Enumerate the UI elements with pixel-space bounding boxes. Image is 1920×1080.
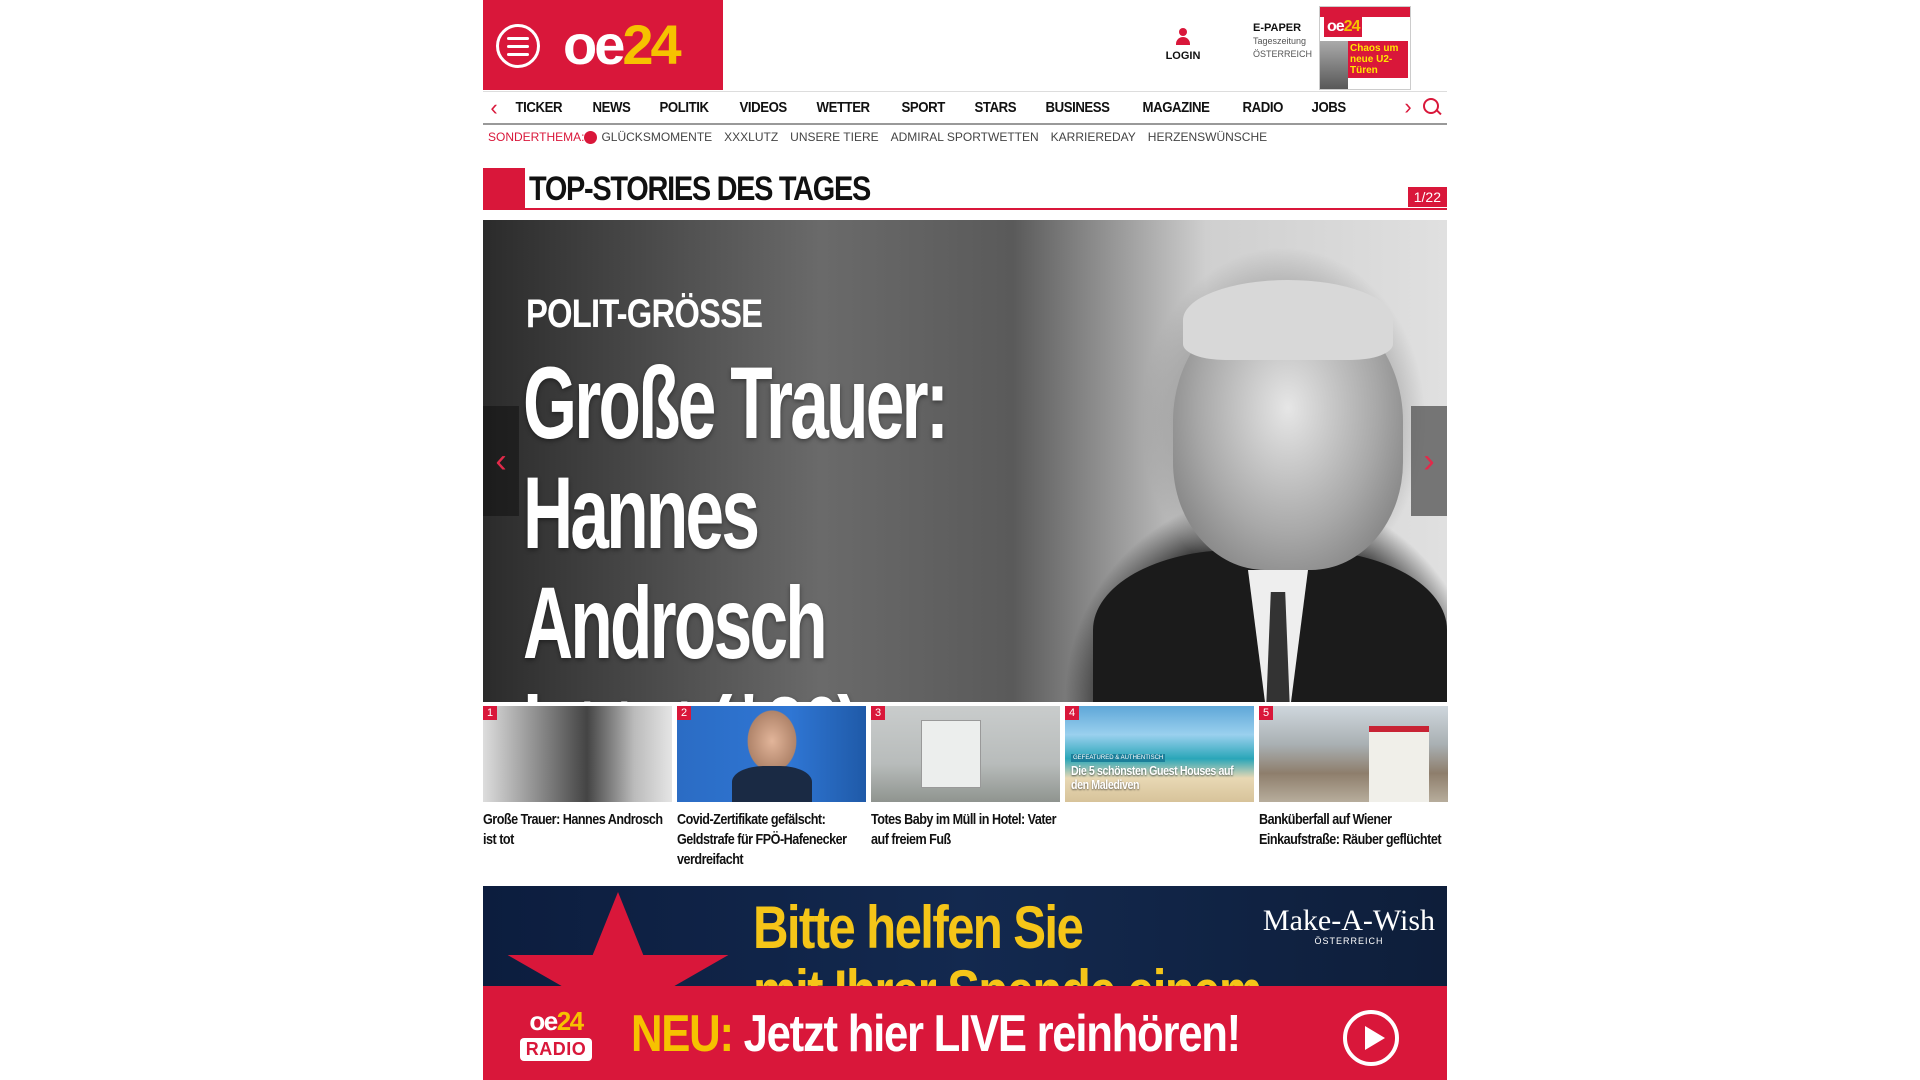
radio-logo-label: RADIO <box>519 1038 593 1061</box>
nav-items: TICKER NEWS POLITIK VIDEOS WETTER SPORT … <box>505 99 1447 116</box>
nav-prev-arrow-icon[interactable]: ‹ <box>483 93 505 123</box>
radio-new-label: NEU: <box>631 1005 734 1063</box>
make-a-wish-ad-banner[interactable]: Bitte helfen Sie mit Ihrer Spende einem … <box>483 886 1447 986</box>
thumb-number: 5 <box>1259 706 1274 720</box>
heart-icon <box>584 130 598 144</box>
nav-item-wetter[interactable]: WETTER <box>806 99 880 116</box>
epaper-cover-image[interactable]: oe24 Chaos um neue U2-Türen <box>1319 6 1411 90</box>
epaper-subtitle: Tageszeitung <box>1253 36 1307 46</box>
story-thumb[interactable]: 2 Covid-Zertifikate gefälscht: Geldstraf… <box>677 706 866 870</box>
radio-live-bar[interactable]: oe24 RADIO NEU: Jetzt hier LIVE reinhöre… <box>483 986 1447 1080</box>
sponsored-tag: GEFEATURED & AUTHENTISCH <box>1071 754 1166 762</box>
star-icon <box>507 892 729 986</box>
slider-prev-icon[interactable]: ‹ <box>483 406 519 516</box>
epaper-cover-logo: oe24 <box>1324 17 1363 37</box>
thumb-image: 2 <box>677 706 866 802</box>
thumb-caption: Covid-Zertifikate gefälscht: Geldstrafe … <box>677 811 847 868</box>
special-topic-link[interactable]: ADMIRAL SPORTWETTEN <box>891 130 1039 144</box>
special-topics-bar: SONDERTHEMA: GLÜCKSMOMENTE XXXLUTZ UNSER… <box>488 129 1279 145</box>
site-header-logo-block: oe24 <box>483 0 723 90</box>
story-thumb[interactable]: 5 Banküberfall auf Wiener Einkaufstraße:… <box>1259 706 1448 870</box>
nav-item-stars[interactable]: STARS <box>964 99 1027 116</box>
ad-headline: Bitte helfen Sie mit Ihrer Spende einem <box>753 894 1263 987</box>
user-icon <box>1176 28 1190 46</box>
section-divider <box>525 208 1447 210</box>
story-thumb-ad[interactable]: 4 GEFEATURED & AUTHENTISCH Die 5 schönst… <box>1065 706 1254 870</box>
epaper-subtitle-2: ÖSTERREICH <box>1253 49 1313 59</box>
section-title: TOP-STORIES DES TAGES <box>529 170 871 208</box>
nav-item-ticker[interactable]: TICKER <box>505 99 573 116</box>
epaper-cover-headline: Chaos um neue U2-Türen <box>1348 41 1408 78</box>
special-topic-link[interactable]: XXXLUTZ <box>724 130 778 144</box>
ad-line: mit Ihrer Spende einem <box>753 960 1263 987</box>
ad-brand-name: Make-A-Wish <box>1262 904 1435 937</box>
thumb-image: 1 <box>483 706 672 802</box>
nav-item-jobs[interactable]: JOBS <box>1301 99 1356 116</box>
story-thumbnails: 1 Große Trauer: Hannes Androsch ist tot … <box>483 706 1448 870</box>
nav-item-sport[interactable]: SPORT <box>891 99 955 116</box>
story-thumb[interactable]: 3 Totes Baby im Müll in Hotel: Vater auf… <box>871 706 1060 870</box>
nav-item-magazine[interactable]: MAGAZINE <box>1132 99 1220 116</box>
play-icon[interactable] <box>1343 1010 1399 1066</box>
epaper-link[interactable]: E-PAPER Tageszeitung ÖSTERREICH <box>1253 22 1312 61</box>
nav-next-arrow-icon[interactable]: › <box>1397 92 1419 122</box>
radio-logo-brand: oe24 <box>529 1006 584 1036</box>
nav-item-news[interactable]: NEWS <box>582 99 641 116</box>
slide-counter: 1/22 <box>1407 187 1447 207</box>
top-stories-header: TOP-STORIES DES TAGES 1/22 <box>483 168 1447 212</box>
hero-kicker: POLIT-GRÖSSE <box>526 292 763 336</box>
hero-headline: Große Trauer: Hannes Androsch ist tot (†… <box>523 348 1013 702</box>
nav-item-videos[interactable]: VIDEOS <box>729 99 797 116</box>
main-nav: ‹ TICKER NEWS POLITIK VIDEOS WETTER SPOR… <box>483 91 1447 125</box>
nav-item-radio[interactable]: RADIO <box>1232 99 1293 116</box>
thumb-number: 3 <box>871 706 886 720</box>
hero-headline-line: ist tot (†86) <box>523 678 1013 702</box>
thumb-image: 4 GEFEATURED & AUTHENTISCH Die 5 schönst… <box>1065 706 1254 802</box>
special-topics-label: SONDERTHEMA: <box>488 130 585 144</box>
thumb-number: 1 <box>483 706 498 720</box>
make-a-wish-logo: Make-A-Wish ÖSTERREICH <box>1262 904 1435 947</box>
search-icon[interactable] <box>1423 98 1441 116</box>
special-topic-link[interactable]: UNSERE TIERE <box>790 130 878 144</box>
special-topic-link[interactable]: HERZENSWÜNSCHE <box>1148 130 1267 144</box>
thumb-image: 3 <box>871 706 1060 802</box>
ad-line: Bitte helfen Sie <box>753 894 1084 961</box>
ad-brand-sub: ÖSTERREICH <box>1314 936 1384 946</box>
thumb-number: 4 <box>1065 706 1080 720</box>
thumb-caption: Große Trauer: Hannes Androsch ist tot <box>483 811 663 848</box>
nav-item-business[interactable]: BUSINESS <box>1035 99 1120 116</box>
radio-logo: oe24 RADIO <box>511 1006 601 1074</box>
login-button[interactable]: LOGIN <box>1163 28 1203 62</box>
thumb-caption: Totes Baby im Müll in Hotel: Vater auf f… <box>871 811 1056 848</box>
thumb-number: 2 <box>677 706 692 720</box>
sponsored-caption: Die 5 schönsten Guest Houses auf den Mal… <box>1071 763 1234 792</box>
special-topic-link[interactable]: KARRIEREDAY <box>1051 130 1136 144</box>
radio-cta-label: Jetzt hier LIVE reinhören! <box>732 1005 1242 1063</box>
nav-item-politik[interactable]: POLITIK <box>649 99 719 116</box>
story-thumb[interactable]: 1 Große Trauer: Hannes Androsch ist tot <box>483 706 672 870</box>
section-marker <box>483 168 525 210</box>
hero-headline-line: Große Trauer: <box>523 346 949 460</box>
slider-next-icon[interactable]: › <box>1411 406 1447 516</box>
hero-headline-line: Hannes Androsch <box>523 456 828 680</box>
thumb-caption: Banküberfall auf Wiener Einkaufstraße: R… <box>1259 811 1442 848</box>
thumb-image: 5 <box>1259 706 1448 802</box>
page: oe24 LOGIN E-PAPER Tageszeitung ÖSTERREI… <box>483 0 1448 1080</box>
site-logo[interactable]: oe24 <box>563 14 682 76</box>
menu-icon[interactable] <box>496 24 540 68</box>
epaper-title: E-PAPER <box>1253 22 1302 34</box>
login-label: LOGIN <box>1165 50 1201 62</box>
radio-cta-text: NEU: Jetzt hier LIVE reinhören! <box>631 1004 1242 1064</box>
hero-image-hair <box>1183 280 1393 360</box>
hero-slide[interactable]: POLIT-GRÖSSE Große Trauer: Hannes Andros… <box>483 220 1447 702</box>
special-topic-link[interactable]: GLÜCKSMOMENTE <box>601 130 712 144</box>
